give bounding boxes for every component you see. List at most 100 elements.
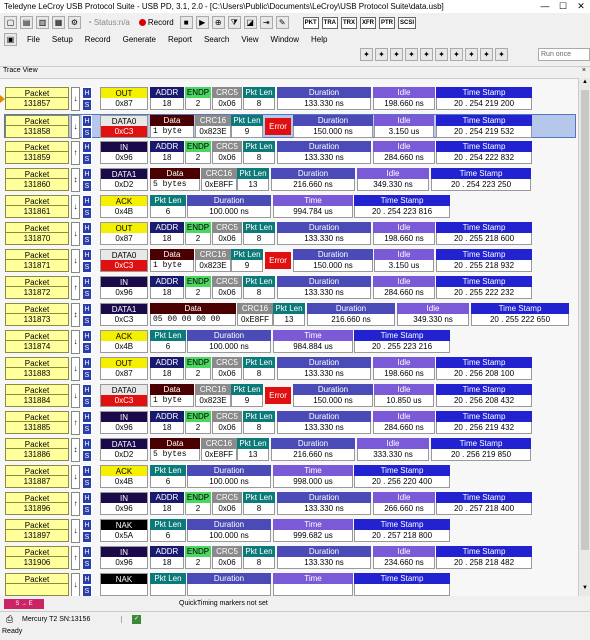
menu-report[interactable]: Report	[162, 35, 198, 44]
new-icon[interactable]: ▢	[4, 16, 17, 29]
packet-row[interactable]: Packet 131886 ↕ H S DATA1 0xD2 Data 5 bytes CRC16…	[5, 438, 577, 462]
packet-row[interactable]: Packet 131887 ↓ H S ACK 0x4B Pkt Len 6 Duration 10…	[5, 465, 577, 489]
idle-field: Idle 198.660 ns	[373, 87, 435, 111]
error-badge[interactable]: Error	[265, 387, 291, 404]
pkt-len-field-value: 8	[243, 152, 275, 164]
addr-field-header: ADDR	[150, 276, 184, 287]
scsi-view-button[interactable]: SCSI	[398, 16, 417, 29]
open-icon[interactable]: ▤	[20, 16, 33, 29]
packet-row[interactable]: Packet 131859 ↑ H S IN 0x96 ADDR 18 ENDP 2 CRC5 0x06…	[5, 141, 577, 165]
scroll-up-icon[interactable]: ▲	[580, 79, 590, 89]
tool-icon-1[interactable]: ✦	[360, 48, 373, 61]
tool-icon-3[interactable]: ✦	[390, 48, 403, 61]
bookmark-icon[interactable]: ✎	[275, 16, 289, 29]
status-button[interactable]: ◔ Status:n/a	[87, 18, 130, 27]
maximize-icon[interactable]: ☐	[554, 1, 572, 12]
packet-row[interactable]: Packet 131860 ↕ H S DATA1 0xD2 Data 5 bytes CRC16…	[5, 168, 577, 192]
packet-row[interactable]: Packet 131872 ↑ H S IN 0x96 ADDR 18 ENDP 2 CRC5 0x06…	[5, 276, 577, 300]
tool-icon-4[interactable]: ✦	[405, 48, 418, 61]
menu-setup[interactable]: Setup	[46, 35, 79, 44]
menu-help[interactable]: Help	[305, 35, 333, 44]
idle-field-value: 266.660 ns	[373, 503, 435, 515]
packet-row[interactable]: Packet 131906 ↑ H S IN 0x96 ADDR 18 ENDP 2 CRC5 0x06…	[5, 546, 577, 570]
tool-icon-2[interactable]: ✦	[375, 48, 388, 61]
packet-row[interactable]: Packet 131857 ↓ H S OUT 0x87 ADDR 18 ENDP 2 CRC5 0x0…	[5, 87, 577, 111]
ptr-view-button[interactable]: PTR	[379, 16, 396, 29]
speed-s-label: S	[82, 504, 92, 516]
record-button[interactable]: Record	[138, 18, 174, 27]
pid-field: OUT 0x87	[100, 87, 148, 111]
time-field-header: Time	[273, 465, 353, 476]
packet-row[interactable]: Packet 131874 ↓ H S ACK 0x4B Pkt Len 6 Duration 10…	[5, 330, 577, 354]
timestamp-field-value	[354, 584, 450, 596]
speed-h-label: H	[82, 115, 92, 127]
marker-status-strip: S → E QuickTiming markers not set	[0, 598, 590, 609]
goto-icon[interactable]: ⇥	[259, 16, 273, 29]
scroll-down-icon[interactable]: ▼	[580, 585, 590, 595]
menu-file[interactable]: File	[21, 35, 46, 44]
packet-row[interactable]: Packet 131871 ↓ H S DATA0 0xC3 Data 1 byte CRC16 0…	[5, 249, 577, 273]
packet-number-cell: Packet 131885	[5, 411, 69, 435]
vertical-scrollbar[interactable]: ▲ ▼	[578, 78, 590, 596]
device-name: Mercury T2 SN:13156	[22, 616, 122, 623]
recording-options-icon[interactable]: ⚙	[68, 16, 81, 29]
error-badge[interactable]: Error	[265, 252, 291, 269]
minimize-icon[interactable]: —	[536, 1, 554, 12]
tool-icon-9[interactable]: ✦	[480, 48, 493, 61]
trace-view-area[interactable]: Packet 131857 ↓ H S OUT 0x87 ADDR 18 ENDP 2 CRC5 0x0…	[0, 78, 578, 596]
packet-row[interactable]: Packet 131896 ↑ H S IN 0x96 ADDR 18 ENDP 2 CRC5 0x06…	[5, 492, 577, 516]
menu-view[interactable]: View	[235, 35, 264, 44]
error-badge[interactable]: Error	[265, 118, 291, 135]
tool-icon-8[interactable]: ✦	[465, 48, 478, 61]
menu-record[interactable]: Record	[79, 35, 117, 44]
pid-field-header: DATA0	[100, 115, 148, 126]
addr-field: ADDR 18	[150, 357, 184, 381]
pkt-view-button[interactable]: PKT	[302, 16, 319, 29]
markers-indicator[interactable]: S → E	[4, 598, 44, 609]
save-icon[interactable]: ▥	[36, 16, 49, 29]
close-icon[interactable]: ✕	[572, 1, 590, 12]
packet-row[interactable]: Packet 131870 ↓ H S OUT 0x87 ADDR 18 ENDP 2 CRC5 0x0…	[5, 222, 577, 246]
packet-row[interactable]: Packet 131873 ↕ H S DATA1 0xC3 Data 05 00 00 00 …	[5, 303, 577, 327]
endp-field-value: 2	[185, 503, 211, 515]
data-field-value: 5 bytes	[150, 449, 200, 461]
stop-icon[interactable]: ■	[179, 16, 193, 29]
trace-view-title: Trace View	[3, 67, 38, 74]
menu-window[interactable]: Window	[265, 35, 305, 44]
timestamp-field-header: Time Stamp	[431, 168, 531, 179]
tool-icon-7[interactable]: ✦	[450, 48, 463, 61]
packet-row[interactable]: Packet ↓ H S NAK Pkt Len Duration Time Time Stam…	[5, 573, 577, 596]
menu-search[interactable]: Search	[198, 35, 235, 44]
fast-forward-icon[interactable]: ▶	[195, 16, 209, 29]
packet-row[interactable]: Packet 131883 ↓ H S OUT 0x87 ADDR 18 ENDP 2 CRC5 0x0…	[5, 357, 577, 381]
direction-arrow-icon: ↓	[71, 384, 80, 408]
speed-indicator: HS	[82, 303, 92, 327]
app-menu-icon[interactable]: ▣	[4, 33, 17, 46]
packet-row[interactable]: Packet 131885 ↑ H S IN 0x96 ADDR 18 ENDP 2 CRC5 0x06…	[5, 411, 577, 435]
trx-view-button[interactable]: TRX	[341, 16, 358, 29]
crc16-field-header: CRC16	[237, 303, 273, 314]
scroll-thumb[interactable]	[581, 90, 589, 550]
pkt-len-field: Pkt Len 9	[231, 115, 263, 139]
packet-row[interactable]: Packet 131858 ↓ H S DATA0 0xC3 Data 1 byte CRC16 0…	[4, 114, 576, 139]
tool-icon-5[interactable]: ✦	[420, 48, 433, 61]
hide-icon[interactable]: ◪	[243, 16, 257, 29]
packet-row[interactable]: Packet 131897 ↓ H S NAK 0x5A Pkt Len 6 Duration 10…	[5, 519, 577, 543]
zoom-icon[interactable]: ⊕	[211, 16, 225, 29]
tra-view-button[interactable]: TRA	[321, 16, 339, 29]
tool-icon-6[interactable]: ✦	[435, 48, 448, 61]
close-trace-view-icon[interactable]: ×	[582, 67, 586, 74]
pkt-len-field-header: Pkt Len	[150, 465, 186, 476]
menu-generate[interactable]: Generate	[117, 35, 162, 44]
filter-icon[interactable]: ⧩	[227, 16, 241, 29]
pkt-len-field: Pkt Len 6	[150, 330, 186, 354]
packet-row[interactable]: Packet 131884 ↓ H S DATA0 0xC3 Data 1 byte CRC16 0…	[5, 384, 577, 408]
run-mode-select[interactable]: Run once	[538, 48, 590, 61]
pkt-len-field-header: Pkt Len	[231, 249, 263, 260]
xfr-view-button[interactable]: XFR	[360, 16, 377, 29]
print-icon[interactable]: ▦	[52, 16, 65, 29]
packet-row[interactable]: Packet 131861 ↓ H S ACK 0x4B Pkt Len 6 Duration 10…	[5, 195, 577, 219]
crc5-field-value: 0x06	[212, 287, 242, 299]
timestamp-field-header: Time Stamp	[354, 519, 450, 530]
tool-icon-10[interactable]: ✦	[495, 48, 508, 61]
